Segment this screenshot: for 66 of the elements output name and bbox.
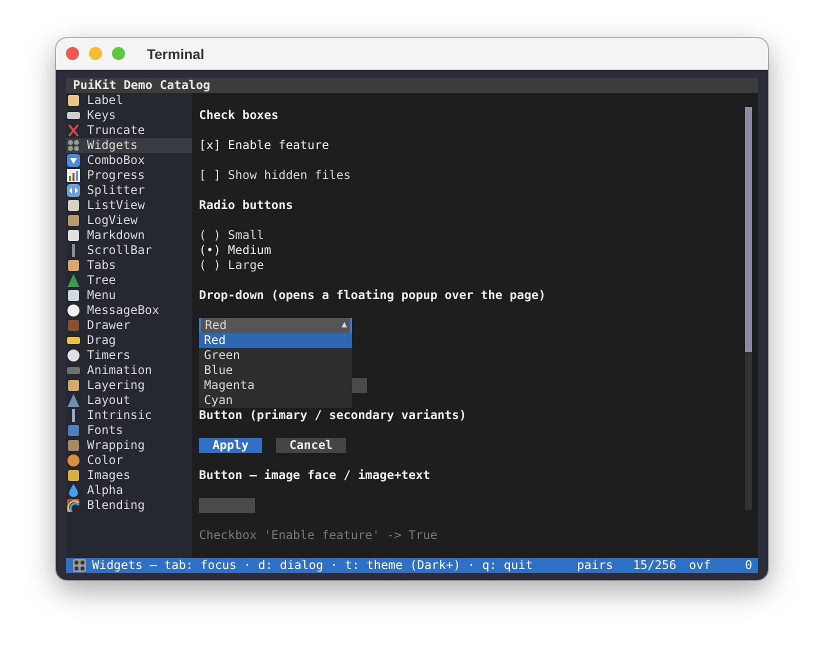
- image-button[interactable]: [199, 498, 255, 513]
- grid-icon: [67, 139, 80, 152]
- sidebar-item[interactable]: Progress: [66, 168, 192, 183]
- radio-button[interactable]: ( ) Large: [199, 258, 745, 273]
- scrollbar[interactable]: [745, 107, 752, 510]
- arrows-icon: [67, 184, 80, 197]
- log-message: Checkbox 'Enable feature' -> True: [199, 528, 438, 543]
- dropdown-option[interactable]: Cyan: [199, 393, 352, 408]
- window-title: Terminal: [147, 46, 204, 62]
- sidebar-item[interactable]: Truncate: [66, 123, 192, 138]
- sidebar-item[interactable]: Fonts: [66, 423, 192, 438]
- sidebar-item[interactable]: Widgets: [66, 138, 192, 153]
- apply-button[interactable]: Apply: [199, 438, 262, 453]
- sidebar-item[interactable]: Intrinsic: [66, 408, 192, 423]
- sidebar-item[interactable]: Layering: [66, 378, 192, 393]
- status-count: 15/256: [633, 558, 676, 573]
- dropdown[interactable]: Red ▲: [199, 318, 352, 333]
- sidebar-item[interactable]: Images: [66, 468, 192, 483]
- sidebar-item[interactable]: Animation: [66, 363, 192, 378]
- sidebar-item[interactable]: Layout: [66, 393, 192, 408]
- section-heading: Check boxes: [199, 108, 280, 123]
- checkbox[interactable]: [x] Enable feature: [199, 138, 745, 153]
- section-heading: Button (primary / secondary variants): [199, 408, 468, 423]
- sidebar-item[interactable]: Keys: [66, 108, 192, 123]
- sidebar-item[interactable]: Markdown: [66, 228, 192, 243]
- sidebar-item[interactable]: Drag: [66, 333, 192, 348]
- sidebar-item[interactable]: ListView: [66, 198, 192, 213]
- section-heading: Drop-down (opens a floating popup over the page): [199, 288, 547, 303]
- droplet-icon: [67, 484, 80, 497]
- sidebar-item[interactable]: Alpha: [66, 483, 192, 498]
- section-heading: Radio buttons: [199, 198, 294, 213]
- radio-button[interactable]: ( ) Small: [199, 228, 745, 243]
- sidebar-item[interactable]: Drawer: [66, 318, 192, 333]
- section-heading: Button — image face / image+text: [199, 468, 432, 483]
- status-pairs: pairs: [577, 558, 614, 573]
- dropdown-option[interactable]: Green: [199, 348, 352, 363]
- dropdown-icon: [67, 154, 80, 167]
- close-button[interactable]: [66, 47, 79, 60]
- sidebar-item[interactable]: Wrapping: [66, 438, 192, 453]
- dropdown-option[interactable]: Blue: [199, 363, 352, 378]
- sidebar-item[interactable]: Timers: [66, 348, 192, 363]
- minimize-button[interactable]: [89, 47, 102, 60]
- sidebar-item[interactable]: Tree: [66, 273, 192, 288]
- sidebar-item[interactable]: Tabs: [66, 258, 192, 273]
- sidebar-item[interactable]: Splitter: [66, 183, 192, 198]
- dropdown-option[interactable]: Magenta: [199, 378, 352, 393]
- zoom-button[interactable]: [112, 47, 125, 60]
- dropdown-option[interactable]: Red: [199, 333, 352, 348]
- sidebar-item[interactable]: Color: [66, 453, 192, 468]
- status-ovf: ovf: [689, 558, 711, 573]
- sidebar-item[interactable]: ComboBox: [66, 153, 192, 168]
- sidebar-item[interactable]: Menu: [66, 288, 192, 303]
- app-title-bar: PuiKit Demo Catalog: [66, 78, 758, 93]
- radio-button[interactable]: (•) Medium: [199, 243, 745, 258]
- grid-icon: [73, 559, 86, 572]
- sidebar-item[interactable]: ScrollBar: [66, 243, 192, 258]
- bar-chart-icon: [67, 169, 80, 182]
- sidebar-item[interactable]: LogView: [66, 213, 192, 228]
- status-text: Widgets — tab: focus · d: dialog · t: theme (Dark+) · q: quit: [92, 558, 533, 573]
- sidebar-item[interactable]: Blending: [66, 498, 192, 513]
- status-value: 0: [745, 558, 752, 573]
- cancel-button[interactable]: Cancel: [276, 438, 346, 453]
- rainbow-icon: [67, 499, 80, 512]
- checkbox[interactable]: [ ] Show hidden files: [199, 168, 745, 183]
- sidebar-item[interactable]: Label: [66, 93, 192, 108]
- sidebar-item[interactable]: MessageBox: [66, 303, 192, 318]
